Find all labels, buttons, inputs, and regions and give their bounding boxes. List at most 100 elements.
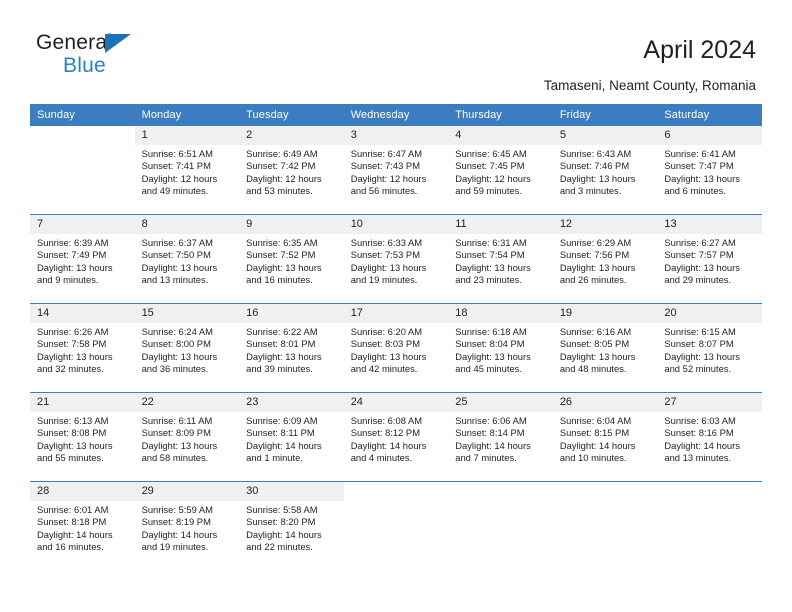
day-info — [448, 501, 553, 504]
day-number: 10 — [343, 215, 449, 234]
sunrise-text: Sunrise: 6:37 AM — [141, 237, 213, 248]
sunset-text: Sunset: 8:12 PM — [350, 427, 420, 439]
daylight-text-line1: Daylight: 13 hours — [664, 172, 740, 184]
daylight-text-line2: and 19 minutes. — [141, 541, 209, 553]
day-cell[interactable] — [448, 482, 553, 570]
day-cell[interactable]: 20 Sunrise: 6:15 AM Sunset: 8:07 PM Dayligh… — [657, 304, 762, 392]
sunset-text: Sunset: 8:07 PM — [664, 338, 734, 350]
day-cell[interactable]: 15 Sunrise: 6:24 AM Sunset: 8:00 PM Dayligh… — [134, 304, 240, 392]
daylight-text-line1: Daylight: 13 hours — [246, 350, 322, 362]
sunset-text: Sunset: 7:57 PM — [664, 249, 734, 261]
day-info: Sunrise: 5:58 AM Sunset: 8:20 PM Daylight:… — [239, 501, 344, 554]
sunset-text: Sunset: 8:14 PM — [455, 427, 525, 439]
week-row: 14 Sunrise: 6:26 AM Sunset: 7:58 PM Dayligh… — [30, 303, 762, 393]
day-cell[interactable]: 12 Sunrise: 6:29 AM Sunset: 7:56 PM Dayligh… — [552, 215, 658, 303]
daylight-text-line2: and 55 minutes. — [37, 452, 104, 464]
sunset-text: Sunset: 8:03 PM — [350, 338, 420, 350]
daylight-text-line1: Daylight: 13 hours — [141, 261, 218, 273]
sunrise-text: Sunrise: 6:04 AM — [559, 415, 632, 426]
day-info: Sunrise: 6:47 AM Sunset: 7:43 PM Daylight:… — [344, 145, 449, 198]
general-blue-logo[interactable]: General Blue — [36, 31, 236, 83]
day-cell[interactable]: 13 Sunrise: 6:27 AM Sunset: 7:57 PM Dayligh… — [657, 215, 762, 303]
sunset-text: Sunset: 7:42 PM — [246, 160, 316, 172]
day-cell[interactable]: 10 Sunrise: 6:33 AM Sunset: 7:53 PM Dayligh… — [343, 215, 449, 303]
day-cell[interactable]: 29 Sunrise: 5:59 AM Sunset: 8:19 PM Dayligh… — [134, 482, 240, 570]
day-number: 26 — [552, 393, 658, 412]
day-number: 13 — [657, 215, 762, 234]
day-cell[interactable] — [30, 126, 135, 214]
daylight-text-line2: and 39 minutes. — [246, 363, 313, 375]
daylight-text-line2: and 10 minutes. — [559, 452, 627, 464]
day-cell[interactable]: 17 Sunrise: 6:20 AM Sunset: 8:03 PM Dayligh… — [343, 304, 449, 392]
daylight-text-line1: Daylight: 13 hours — [141, 439, 218, 451]
day-cell[interactable]: 21 Sunrise: 6:13 AM Sunset: 8:08 PM Dayligh… — [30, 393, 135, 481]
calendar-body: 1 Sunrise: 6:51 AM Sunset: 7:41 PM Daylight… — [30, 126, 762, 570]
day-cell[interactable]: 16 Sunrise: 6:22 AM Sunset: 8:01 PM Dayligh… — [239, 304, 344, 392]
day-cell[interactable]: 3 Sunrise: 6:47 AM Sunset: 7:43 PM Daylight… — [343, 126, 449, 214]
month-calendar-table: Sunday Monday Tuesday Wednesday Thursday… — [30, 104, 762, 570]
daylight-text-line2: and 59 minutes. — [455, 185, 522, 197]
daylight-text-line2: and 45 minutes. — [455, 363, 522, 375]
day-cell[interactable]: 4 Sunrise: 6:45 AM Sunset: 7:45 PM Daylight… — [448, 126, 553, 214]
day-cell[interactable]: 2 Sunrise: 6:49 AM Sunset: 7:42 PM Daylight… — [239, 126, 344, 214]
weekday-header-monday: Monday — [134, 104, 240, 126]
day-cell[interactable]: 8 Sunrise: 6:37 AM Sunset: 7:50 PM Daylight… — [134, 215, 240, 303]
sunrise-text: Sunrise: 6:45 AM — [455, 148, 527, 159]
day-number: 27 — [657, 393, 762, 412]
day-number — [553, 482, 658, 501]
day-cell[interactable]: 24 Sunrise: 6:08 AM Sunset: 8:12 PM Dayligh… — [343, 393, 449, 481]
day-cell[interactable]: 27 Sunrise: 6:03 AM Sunset: 8:16 PM Dayligh… — [657, 393, 762, 481]
sunrise-text: Sunrise: 6:51 AM — [141, 148, 213, 159]
day-number: 18 — [448, 304, 553, 323]
sunset-text: Sunset: 7:41 PM — [141, 160, 211, 172]
day-info: Sunrise: 6:49 AM Sunset: 7:42 PM Daylight:… — [239, 145, 344, 198]
day-cell[interactable]: 19 Sunrise: 6:16 AM Sunset: 8:05 PM Dayligh… — [552, 304, 658, 392]
day-cell[interactable]: 7 Sunrise: 6:39 AM Sunset: 7:49 PM Daylight… — [30, 215, 135, 303]
sunrise-text: Sunrise: 6:01 AM — [37, 504, 109, 515]
day-number: 16 — [239, 304, 344, 323]
day-cell[interactable]: 6 Sunrise: 6:41 AM Sunset: 7:47 PM Daylight… — [657, 126, 762, 214]
day-info: Sunrise: 6:33 AM Sunset: 7:53 PM Daylight:… — [344, 234, 449, 287]
day-cell[interactable]: 11 Sunrise: 6:31 AM Sunset: 7:54 PM Dayligh… — [448, 215, 553, 303]
sunset-text: Sunset: 7:50 PM — [141, 249, 211, 261]
daylight-text-line2: and 49 minutes. — [141, 185, 209, 197]
day-info: Sunrise: 6:26 AM Sunset: 7:58 PM Daylight:… — [30, 323, 135, 376]
daylight-text-line1: Daylight: 14 hours — [141, 528, 218, 540]
sunset-text: Sunset: 8:15 PM — [559, 427, 630, 439]
daylight-text-line1: Daylight: 13 hours — [246, 261, 322, 273]
day-info: Sunrise: 6:11 AM Sunset: 8:09 PM Daylight:… — [135, 412, 240, 465]
daylight-text-line1: Daylight: 13 hours — [350, 261, 427, 273]
sunrise-text: Sunrise: 6:09 AM — [246, 415, 318, 426]
day-cell[interactable]: 25 Sunrise: 6:06 AM Sunset: 8:14 PM Dayligh… — [448, 393, 553, 481]
daylight-text-line1: Daylight: 13 hours — [559, 172, 636, 184]
day-cell[interactable]: 1 Sunrise: 6:51 AM Sunset: 7:41 PM Daylight… — [134, 126, 240, 214]
day-cell[interactable]: 26 Sunrise: 6:04 AM Sunset: 8:15 PM Dayligh… — [552, 393, 658, 481]
week-row: 28 Sunrise: 6:01 AM Sunset: 8:18 PM Dayligh… — [30, 481, 762, 570]
day-cell[interactable]: 9 Sunrise: 6:35 AM Sunset: 7:52 PM Daylight… — [239, 215, 344, 303]
sunset-text: Sunset: 7:54 PM — [455, 249, 525, 261]
day-number — [657, 482, 762, 501]
day-cell[interactable]: 28 Sunrise: 6:01 AM Sunset: 8:18 PM Dayligh… — [30, 482, 135, 570]
sunrise-text: Sunrise: 6:22 AM — [246, 326, 318, 337]
day-cell[interactable] — [657, 482, 762, 570]
daylight-text-line2: and 16 minutes. — [37, 541, 104, 553]
day-cell[interactable]: 30 Sunrise: 5:58 AM Sunset: 8:20 PM Dayligh… — [239, 482, 344, 570]
day-number: 17 — [343, 304, 449, 323]
day-cell[interactable]: 22 Sunrise: 6:11 AM Sunset: 8:09 PM Dayligh… — [134, 393, 240, 481]
day-cell[interactable]: 14 Sunrise: 6:26 AM Sunset: 7:58 PM Dayligh… — [30, 304, 135, 392]
day-cell[interactable]: 23 Sunrise: 6:09 AM Sunset: 8:11 PM Dayligh… — [239, 393, 344, 481]
day-number — [448, 482, 553, 501]
daylight-text-line1: Daylight: 13 hours — [37, 439, 113, 451]
page-subtitle: Tamaseni, Neamt County, Romania — [543, 78, 756, 93]
day-info: Sunrise: 6:18 AM Sunset: 8:04 PM Daylight:… — [448, 323, 553, 376]
daylight-text-line1: Daylight: 14 hours — [664, 439, 740, 451]
day-info — [553, 501, 658, 504]
day-cell[interactable]: 18 Sunrise: 6:18 AM Sunset: 8:04 PM Dayligh… — [448, 304, 553, 392]
daylight-text-line1: Daylight: 12 hours — [246, 172, 322, 184]
sunset-text: Sunset: 7:52 PM — [246, 249, 316, 261]
day-cell[interactable] — [553, 482, 658, 570]
day-cell[interactable] — [344, 482, 449, 570]
day-number: 9 — [239, 215, 344, 234]
day-cell[interactable]: 5 Sunrise: 6:43 AM Sunset: 7:46 PM Daylight… — [552, 126, 658, 214]
daylight-text-line2: and 32 minutes. — [37, 363, 104, 375]
